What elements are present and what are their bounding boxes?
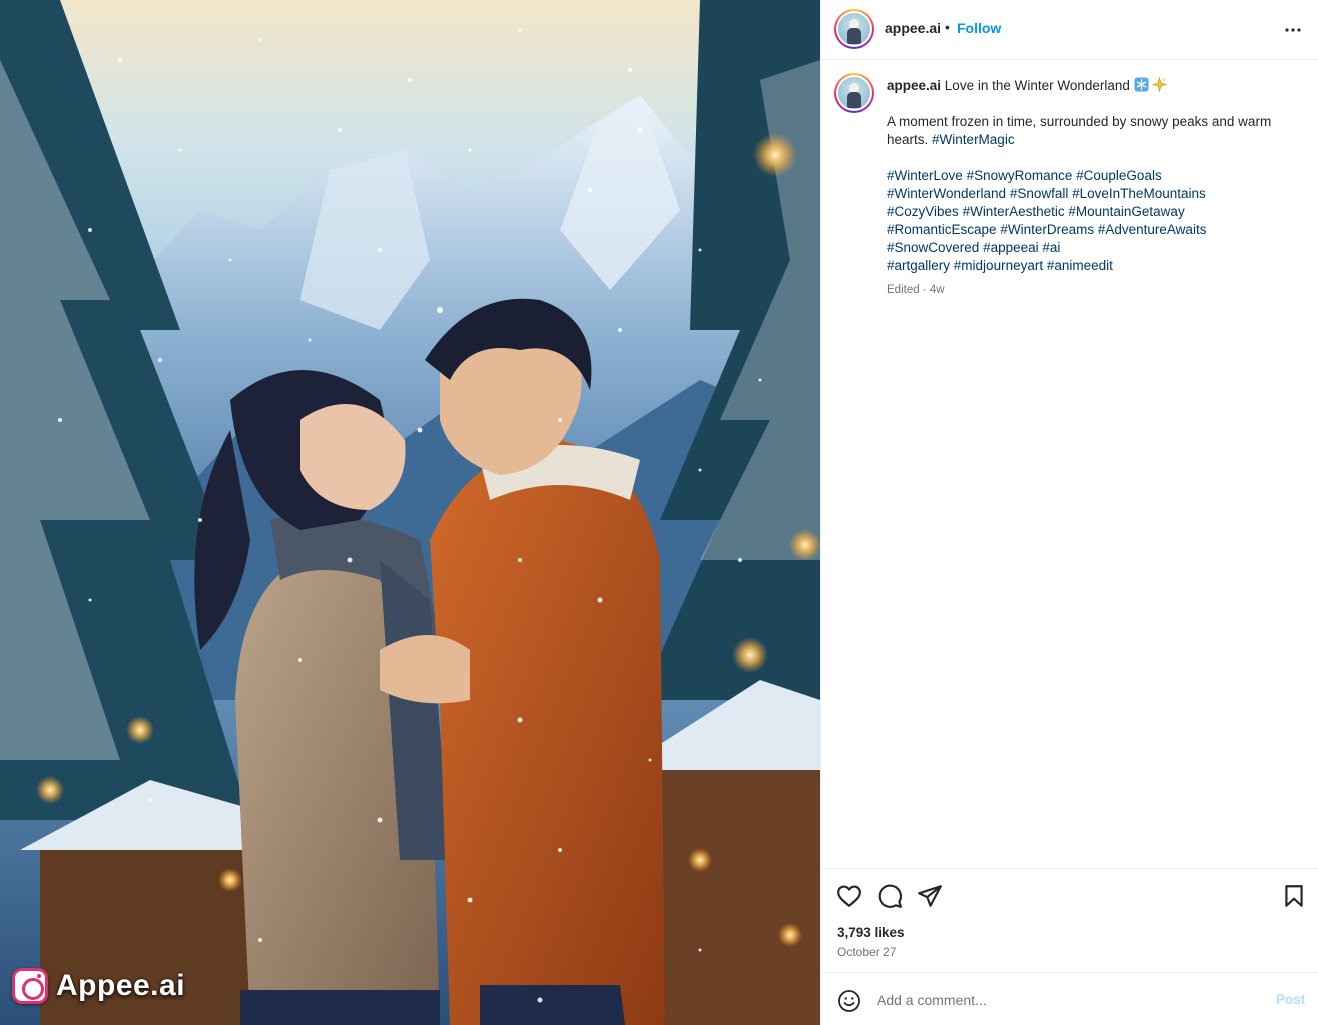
hashtag-line: #CozyVibes #WinterAesthetic #MountainGet… [887,203,1299,221]
hashtag-line: #SnowCovered #appeeai #ai [887,239,1299,257]
caption-meta[interactable]: Edited · 4w [887,281,1299,299]
post-comment-button[interactable]: Post [1276,992,1305,1007]
hashtag-link[interactable]: #AdventureAwaits [1098,222,1207,237]
hashtag-link[interactable]: #CoupleGoals [1076,168,1162,183]
follow-button[interactable]: Follow [957,20,1001,36]
hashtag-link[interactable]: #CozyVibes [887,204,959,219]
caption-section: appee.ai Love in the Winter Wonderland A… [821,61,1318,867]
sparkles-emoji [1152,77,1168,92]
hashtag-link[interactable]: #WinterDreams [1000,222,1094,237]
share-icon[interactable] [917,883,943,909]
hashtag-link[interactable]: #MountainGetaway [1068,204,1184,219]
hashtag-line: #artgallery #midjourneyart #animeedit [887,257,1299,275]
emoji-icon[interactable] [837,989,861,1013]
post-side-panel: appee.ai • Follow appee.ai Love in the W… [820,0,1318,1025]
caption-avatar[interactable] [834,73,874,113]
hashtag-link[interactable]: #animeedit [1047,258,1113,273]
header-username[interactable]: appee.ai [885,20,941,36]
hashtag-link[interactable]: #WinterAesthetic [963,204,1065,219]
hashtag-link[interactable]: #RomanticEscape [887,222,997,237]
hashtag-link[interactable]: #WinterWonderland [887,186,1006,201]
couple-in-winter-illustration [0,0,820,1025]
more-options-icon[interactable] [1281,18,1305,42]
hashtag-line: #WinterLove #SnowyRomance #CoupleGoals [887,167,1299,185]
post-header: appee.ai • Follow [821,0,1318,60]
watermark: Appee.ai [12,968,185,1004]
caption-username[interactable]: appee.ai [887,78,941,93]
comment-input[interactable] [877,989,1257,1011]
caption-title: Love in the Winter Wonderland [944,78,1130,93]
hashtag-line: #WinterWonderland #Snowfall #LoveInTheMo… [887,185,1299,203]
hashtag-link[interactable]: #Snowfall [1010,186,1069,201]
hashtag-line: #RomanticEscape #WinterDreams #Adventure… [887,221,1299,239]
hashtag-link[interactable]: #artgallery [887,258,950,273]
action-bar: 3,793 likes October 27 [821,868,1318,972]
bookmark-icon[interactable] [1281,883,1307,909]
post-date[interactable]: October 27 [837,945,896,959]
comment-icon[interactable] [877,883,903,909]
likes-count[interactable]: 3,793 likes [837,925,905,940]
instagram-logo-icon [12,968,48,1004]
post-image[interactable]: Appee.ai [0,0,820,1025]
caption-body: appee.ai Love in the Winter Wonderland A… [887,77,1299,299]
hashtag-link[interactable]: #SnowCovered [887,240,979,255]
hashtag-link[interactable]: #midjourneyart [954,258,1043,273]
comment-bar: Post [821,972,1318,1025]
heart-icon[interactable] [836,883,862,909]
hashtag-link[interactable]: #SnowyRomance [967,168,1073,183]
hashtag-link[interactable]: #ai [1042,240,1060,255]
avatar[interactable] [834,9,874,49]
hashtag-link[interactable]: #WinterLove [887,168,963,183]
separator-dot: • [945,19,950,35]
snowflake-emoji [1134,77,1149,92]
hashtag-link[interactable]: #LoveInTheMountains [1072,186,1206,201]
hashtag-link[interactable]: #WinterMagic [932,132,1015,147]
hashtag-link[interactable]: #appeeai [983,240,1039,255]
watermark-text: Appee.ai [56,969,186,1002]
